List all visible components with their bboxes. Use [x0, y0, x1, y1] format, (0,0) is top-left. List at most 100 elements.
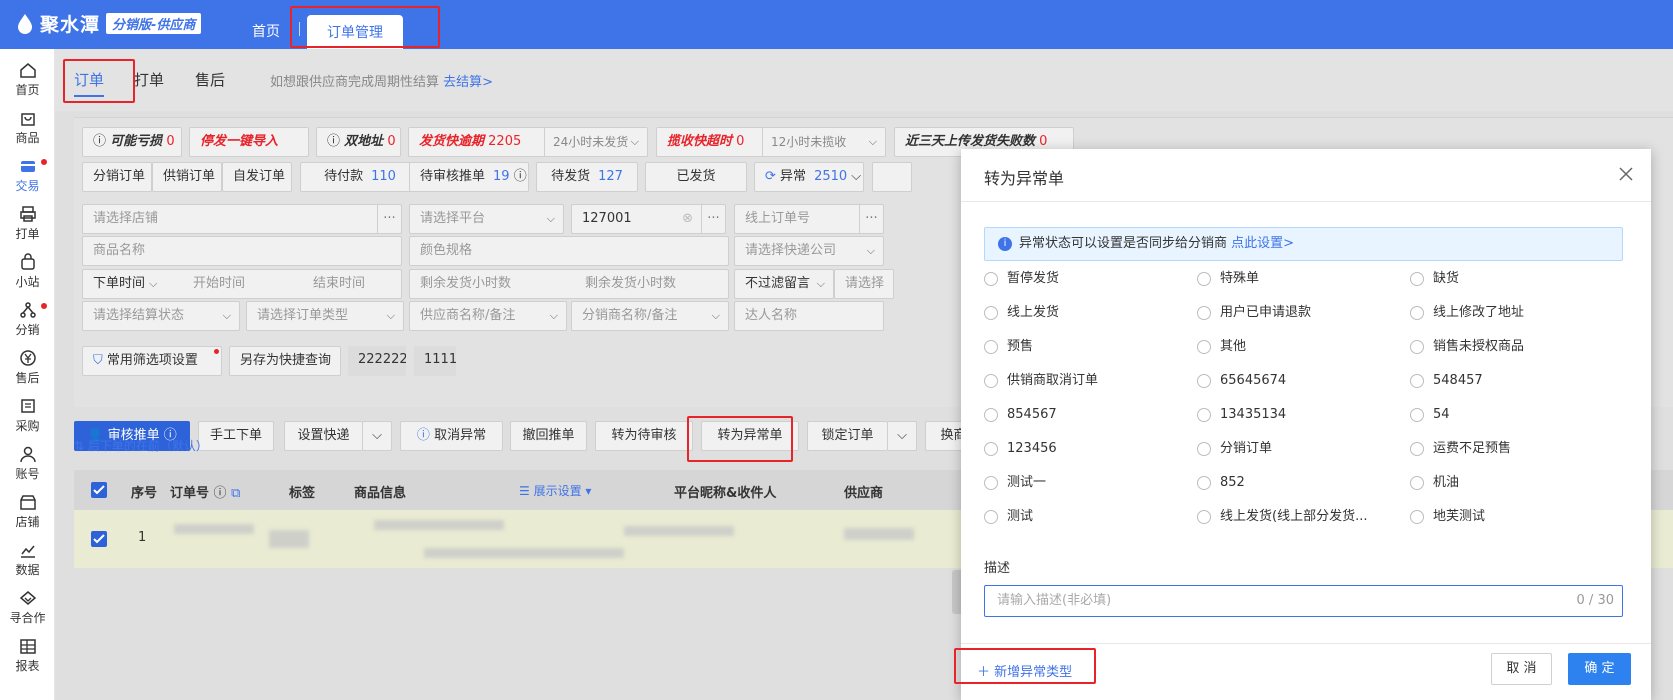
start-time-input[interactable]: 开始时间 — [193, 270, 245, 298]
abnormal-type-option[interactable]: 用户已申请退款 — [1197, 303, 1311, 323]
radio-circle[interactable] — [984, 442, 998, 456]
quick-query-chip[interactable]: 1111 — [414, 346, 456, 376]
abnormal-type-option[interactable]: 测试 — [984, 507, 1033, 527]
lock-order-button[interactable]: 锁定订单 — [807, 421, 887, 451]
order-type-select[interactable]: 请选择订单类型 ⌵ — [246, 301, 404, 331]
abnormal-type-option[interactable]: 852 — [1197, 473, 1245, 493]
manual-order-button[interactable]: 手工下单 — [198, 421, 274, 451]
radio-circle[interactable] — [1410, 442, 1424, 456]
radio-circle[interactable] — [1197, 476, 1211, 490]
sidebar-item-12[interactable]: 报表 — [0, 633, 55, 679]
radio-circle[interactable] — [984, 340, 998, 354]
shop-select[interactable]: 请选择店铺 ··· — [82, 204, 402, 234]
confirm-button[interactable]: 确 定 — [1568, 653, 1631, 685]
sidebar-item-11[interactable]: 寻合作 — [0, 585, 55, 631]
top-nav-tab-order-management[interactable]: 订单管理 — [307, 15, 403, 49]
more-dots-icon[interactable]: ··· — [377, 205, 401, 233]
revoke-push-button[interactable]: 撤回推单 — [510, 421, 587, 451]
abnormal-type-option[interactable]: 运费不足预售 — [1410, 439, 1511, 459]
top-nav-home[interactable]: 首页 — [252, 21, 280, 41]
settle-status-select[interactable]: 请选择结算状态 ⌵ — [82, 301, 240, 331]
select-all-checkbox[interactable] — [91, 482, 107, 498]
tab-supply-order[interactable]: 供销订单 — [152, 162, 222, 192]
abnormal-type-option[interactable]: 线上发货(线上部分发货... — [1197, 507, 1367, 527]
radio-circle[interactable] — [1410, 340, 1424, 354]
talent-input[interactable]: 达人名称 — [734, 301, 884, 331]
abnormal-type-option[interactable]: 854567 — [984, 405, 1057, 425]
radio-circle[interactable] — [1410, 272, 1424, 286]
abnormal-type-option[interactable]: 其他 — [1197, 337, 1246, 357]
radio-circle[interactable] — [984, 510, 998, 524]
display-settings-button[interactable]: ☰ 展示设置 ▾ — [519, 482, 591, 499]
save-quick-query-button[interactable]: 另存为快捷查询 — [229, 346, 341, 376]
sidebar-item-2[interactable]: 交易 — [0, 153, 55, 199]
radio-circle[interactable] — [1197, 306, 1211, 320]
end-time-input[interactable]: 结束时间 — [313, 270, 365, 298]
distributor-select[interactable]: 分销商名称/备注 ⌵ — [571, 301, 729, 331]
tab-shipped[interactable]: 已发货 — [645, 162, 747, 192]
radio-circle[interactable] — [1197, 408, 1211, 422]
abnormal-type-option[interactable]: 分销订单 — [1197, 439, 1272, 459]
settlement-link[interactable]: 去结算> — [443, 75, 493, 90]
tab-pending-ship[interactable]: 待发货 127 — [536, 162, 638, 192]
radio-circle[interactable] — [984, 272, 998, 286]
abnormal-type-option[interactable]: 缺货 — [1410, 269, 1459, 289]
tab-pending-payment[interactable]: 待付款 110 — [300, 162, 420, 192]
tab-pending-review[interactable]: 待审核推单 19 ⓘ — [409, 162, 529, 192]
abnormal-type-option[interactable]: 测试一 — [984, 473, 1046, 493]
sidebar-item-3[interactable]: 打单 — [0, 201, 55, 247]
abnormal-type-option[interactable]: 548457 — [1410, 371, 1483, 391]
sidebar-item-5[interactable]: 分销 — [0, 297, 55, 343]
radio-circle[interactable] — [1410, 510, 1424, 524]
remain-hours-min[interactable]: 剩余发货小时数 — [420, 276, 511, 291]
abnormal-type-option[interactable]: 特殊单 — [1197, 269, 1259, 289]
copy-icon[interactable]: ⧉ — [231, 486, 240, 501]
close-icon[interactable] — [1619, 167, 1633, 181]
sidebar-item-10[interactable]: 数据 — [0, 537, 55, 583]
app-logo[interactable]: 聚水潭 分销版-供应商 — [16, 10, 202, 37]
radio-circle[interactable] — [1197, 272, 1211, 286]
row-checkbox[interactable] — [91, 531, 107, 547]
radio-circle[interactable] — [1410, 374, 1424, 388]
radio-circle[interactable] — [984, 306, 998, 320]
radio-circle[interactable] — [984, 476, 998, 490]
tab-abnormal[interactable]: ⟳ 异常 2510 ⌵ — [754, 162, 864, 192]
abnormal-type-option[interactable]: 预售 — [984, 337, 1033, 357]
sidebar-item-6[interactable]: 售后 — [0, 345, 55, 391]
remain-hours-max[interactable]: 剩余发货小时数 — [585, 270, 676, 298]
sidebar-item-7[interactable]: 采购 — [0, 393, 55, 439]
alert-stop-ship-import[interactable]: 停发一键导入 — [189, 127, 309, 157]
supplier-select[interactable]: 供应商名称/备注 ⌵ — [409, 301, 567, 331]
common-filter-settings-button[interactable]: ⛉ 常用筛选项设置 — [82, 346, 222, 376]
radio-circle[interactable] — [1197, 510, 1211, 524]
subtab-after-sale[interactable]: 售后 — [195, 69, 225, 90]
to-abnormal-button[interactable]: 转为异常单 — [701, 421, 799, 451]
express-select[interactable]: 请选择快递公司 ⌵ — [734, 236, 884, 266]
radio-circle[interactable] — [1197, 442, 1211, 456]
more-dots-icon[interactable]: ··· — [859, 205, 883, 233]
add-abnormal-type-button[interactable]: ＋ 新增异常类型 — [977, 661, 1072, 680]
set-express-button[interactable]: 设置快递 — [284, 421, 362, 451]
ship-overdue-select[interactable]: 24小时未发货 — [544, 128, 628, 156]
remain-hours-range[interactable]: 剩余发货小时数 剩余发货小时数 — [409, 269, 729, 299]
drawer-handle[interactable] — [952, 570, 961, 614]
product-name-input[interactable]: 商品名称 — [82, 236, 402, 266]
sidebar-item-8[interactable]: 账号 — [0, 441, 55, 487]
order-time-range[interactable]: 下单时间 ⌵ 开始时间 结束时间 — [82, 269, 402, 299]
radio-circle[interactable] — [984, 408, 998, 422]
cancel-abnormal-button[interactable]: ⓘ 取消异常 — [400, 421, 503, 451]
sidebar-item-0[interactable]: 首页 — [0, 57, 55, 103]
collect-timeout-select[interactable]: 12小时未揽收 — [762, 128, 846, 156]
radio-circle[interactable] — [1410, 476, 1424, 490]
abnormal-type-option[interactable]: 销售未授权商品 — [1410, 337, 1524, 357]
online-order-input[interactable]: 线上订单号 ··· — [734, 204, 884, 234]
radio-circle[interactable] — [984, 374, 998, 388]
sidebar-item-9[interactable]: 店铺 — [0, 489, 55, 535]
abnormal-type-option[interactable]: 线上修改了地址 — [1410, 303, 1524, 323]
abnormal-type-option[interactable]: 暂停发货 — [984, 269, 1059, 289]
radio-circle[interactable] — [1197, 340, 1211, 354]
radio-circle[interactable] — [1410, 306, 1424, 320]
alert-ship-overdue[interactable]: 发货快逾期 2205 24小时未发货 ⌵ — [408, 127, 648, 157]
quick-query-chip[interactable]: 222222 — [348, 346, 406, 376]
set-express-dropdown[interactable]: ⌵ — [362, 421, 392, 451]
